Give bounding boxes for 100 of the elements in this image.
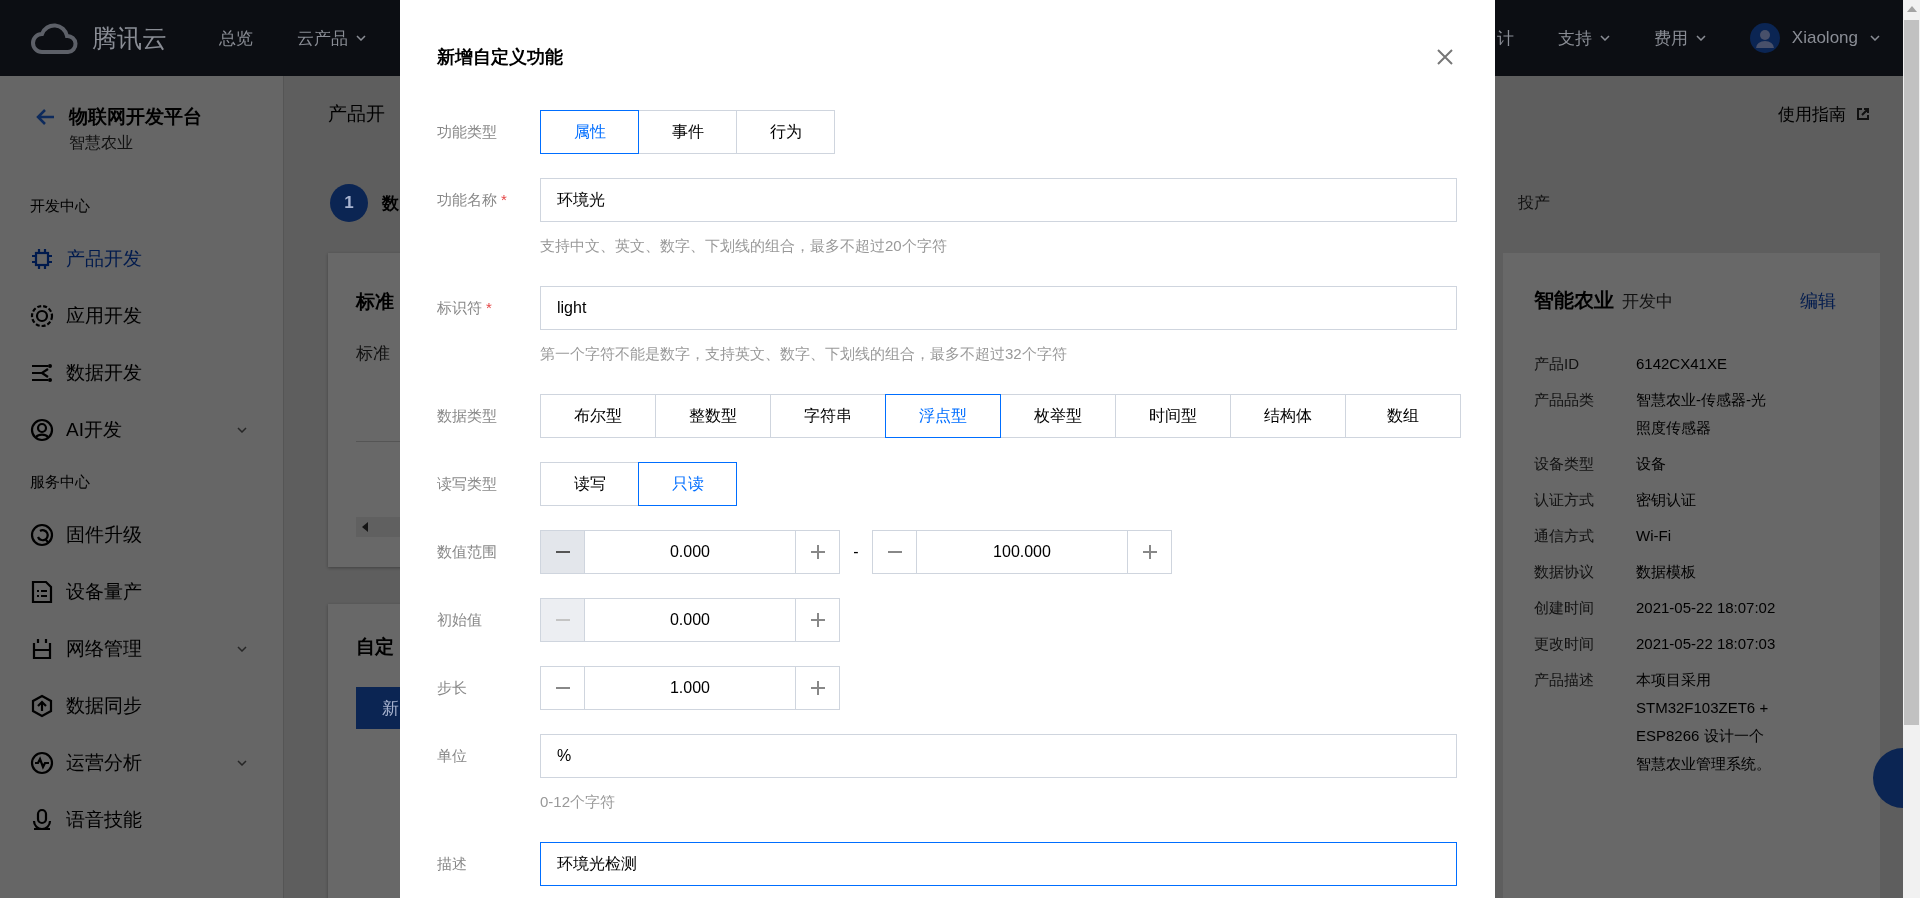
user-menu[interactable]: Xiaolong xyxy=(1749,23,1880,53)
card-title: 标准 xyxy=(356,290,394,314)
input-field[interactable]: 环境光检测 xyxy=(540,842,1457,886)
increment-button[interactable] xyxy=(795,530,840,574)
range-separator: - xyxy=(852,543,860,561)
required-mark: * xyxy=(501,191,507,208)
info-value: 智慧农业-传感器-光照度传感器 xyxy=(1636,390,1767,438)
nav-item[interactable]: 云产品 xyxy=(297,26,366,50)
info-value: Wi-Fi xyxy=(1636,526,1672,546)
sidebar-item[interactable]: 语音技能 xyxy=(30,791,283,848)
sidebar-item[interactable]: 数据开发 xyxy=(30,344,283,401)
plus-icon xyxy=(1142,545,1157,559)
field-label: 功能类型 xyxy=(437,123,497,140)
segment-tab[interactable]: 只读 xyxy=(638,462,737,506)
segment-tab[interactable]: 属性 xyxy=(540,110,639,154)
field-label: 数据类型 xyxy=(437,407,497,424)
nav-item[interactable]: 支持 xyxy=(1557,26,1610,50)
ring-icon xyxy=(30,303,54,328)
segment-tab[interactable]: 整数型 xyxy=(655,394,771,438)
segment-tab[interactable]: 行为 xyxy=(736,110,835,154)
sidebar-item[interactable]: 应用开发 xyxy=(30,287,283,344)
input-field[interactable]: 环境光 xyxy=(540,178,1457,222)
scrollbar[interactable] xyxy=(1903,0,1920,898)
info-value: 6142CX41XE xyxy=(1636,354,1728,374)
segment-tab[interactable]: 布尔型 xyxy=(540,394,656,438)
upload-hexagon-icon xyxy=(30,693,54,718)
plus-icon xyxy=(810,545,825,559)
info-label: 更改时间 xyxy=(1534,634,1595,654)
refresh-circle-icon xyxy=(30,522,54,547)
box-icon xyxy=(30,636,54,661)
cloud-icon xyxy=(30,21,80,55)
segment-tab[interactable]: 枚举型 xyxy=(1000,394,1116,438)
avatar-icon xyxy=(1749,23,1780,53)
platform-subtitle: 智慧农业 xyxy=(69,133,134,153)
required-mark: * xyxy=(486,299,492,316)
nav-item[interactable]: 总览 xyxy=(219,26,253,50)
decrement-button[interactable] xyxy=(872,530,917,574)
info-value: 2021-05-22 18:07:02 xyxy=(1636,598,1776,618)
external-link-icon xyxy=(1856,107,1870,121)
number-field[interactable]: 100.000 xyxy=(917,530,1127,574)
plus-icon xyxy=(810,613,825,627)
info-value: 设备 xyxy=(1636,454,1667,474)
field-label: 标识符 xyxy=(437,299,482,316)
product-status: 开发中 xyxy=(1622,291,1673,313)
left-triangle-icon xyxy=(362,522,368,532)
info-label: 认证方式 xyxy=(1534,490,1595,510)
microphone-icon xyxy=(30,807,54,832)
guide-link[interactable]: 使用指南 xyxy=(1778,102,1880,126)
field-label: 功能名称 xyxy=(437,191,497,208)
increment-button[interactable] xyxy=(795,666,840,710)
segment-tab[interactable]: 字符串 xyxy=(770,394,886,438)
info-value: 数据模板 xyxy=(1636,562,1697,582)
pulse-circle-icon xyxy=(30,750,54,775)
info-label: 创建时间 xyxy=(1534,598,1595,618)
segment-tab[interactable]: 浮点型 xyxy=(885,394,1001,438)
increment-button[interactable] xyxy=(1127,530,1172,574)
sidebar-item[interactable]: 数据同步 xyxy=(30,677,283,734)
field-label: 数值范围 xyxy=(437,543,497,560)
step-label: 数 xyxy=(382,192,399,215)
person-circle-icon xyxy=(30,417,54,442)
chip-icon xyxy=(30,246,54,271)
dialog-title: 新增自定义功能 xyxy=(437,46,563,69)
nav-item[interactable]: 计 xyxy=(1496,26,1514,50)
nav-item[interactable]: 费用 xyxy=(1653,26,1706,50)
step-label: 投产 xyxy=(1518,192,1550,213)
field-label: 初始值 xyxy=(437,611,482,628)
step-number: 1 xyxy=(330,184,368,222)
number-field[interactable]: 0.000 xyxy=(585,530,795,574)
platform-title: 物联网开发平台 xyxy=(69,105,202,129)
sidebar-item[interactable]: 设备量产 xyxy=(30,563,283,620)
segment-tab[interactable]: 事件 xyxy=(638,110,737,154)
field-hint: 支持中文、英文、数字、下划线的组合，最多不超过20个字符 xyxy=(540,236,947,256)
number-field[interactable]: 0.000 xyxy=(585,598,795,642)
info-value: 本项目采用STM32F103ZET6 + ESP8266 设计一个智慧农业管理系统。 xyxy=(1636,670,1772,774)
segment-tab[interactable]: 时间型 xyxy=(1115,394,1231,438)
field-label: 单位 xyxy=(437,747,467,764)
close-icon xyxy=(1437,49,1453,65)
sidebar-item[interactable]: 网络管理 xyxy=(30,620,283,677)
info-label: 通信方式 xyxy=(1534,526,1595,546)
product-name: 智能农业 xyxy=(1534,288,1614,313)
decrement-button[interactable] xyxy=(540,666,585,710)
section-heading: 开发中心 xyxy=(30,196,91,216)
number-field[interactable]: 1.000 xyxy=(585,666,795,710)
card-text: 标准 xyxy=(356,343,390,365)
sidebar-item[interactable]: 运营分析 xyxy=(30,734,283,791)
field-hint: 第一个字符不能是数字，支持英文、数字、下划线的组合，最多不超过32个字符 xyxy=(540,344,1067,364)
info-value: 密钥认证 xyxy=(1636,490,1697,510)
increment-button[interactable] xyxy=(795,598,840,642)
back-arrow-icon xyxy=(35,108,55,126)
sidebar-item[interactable]: AI开发 xyxy=(30,401,283,458)
sidebar-item[interactable]: 固件升级 xyxy=(30,506,283,563)
minus-icon xyxy=(555,687,570,689)
minus-icon xyxy=(887,551,902,553)
minus-icon xyxy=(555,619,570,621)
input-field[interactable]: light xyxy=(540,286,1457,330)
info-value: 2021-05-22 18:07:03 xyxy=(1636,634,1776,654)
segment-tab[interactable]: 数组 xyxy=(1345,394,1461,438)
segment-tab[interactable]: 结构体 xyxy=(1230,394,1346,438)
input-field[interactable]: % xyxy=(540,734,1457,778)
segment-tab[interactable]: 读写 xyxy=(540,462,639,506)
